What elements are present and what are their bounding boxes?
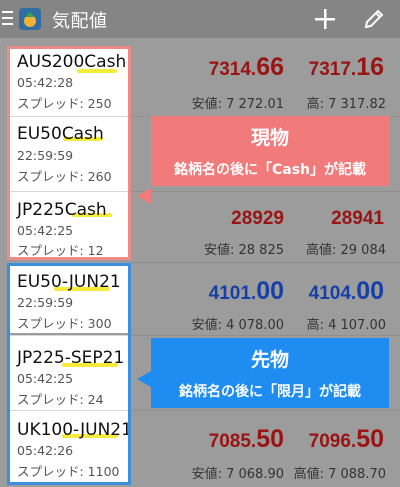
callout-pointer — [137, 371, 151, 387]
low-price: 安値: 28 825 — [204, 243, 284, 258]
ask-price: 4104.00 — [308, 277, 384, 305]
bid-price: 28929 — [231, 208, 284, 229]
plus-icon[interactable] — [314, 8, 336, 30]
ask-price: 7096.50 — [308, 425, 384, 453]
low-price: 安値: 4 078.00 — [191, 318, 284, 333]
high-price: 高値: 7 088.70 — [293, 467, 386, 482]
quotes-list: AUS200Cash 05:42:28 スプレッド: 250 EU50Cash … — [0, 38, 400, 487]
low-price: 安値: 7 068.90 — [191, 467, 284, 482]
futures-highlight-box — [7, 263, 131, 485]
low-price: 安値: 7 272.01 — [191, 97, 284, 112]
spot-callout: 現物 銘柄名の後に「Cash」が記載 — [151, 116, 389, 186]
high-price: 高値: 29 084 — [306, 243, 386, 258]
high-price: 高: 4 107.00 — [306, 318, 386, 333]
bid-price: 7314.66 — [208, 53, 284, 81]
callout-subtitle: 銘柄名の後に「限月」が記載 — [179, 384, 361, 400]
divider — [131, 335, 400, 336]
page-title: 気配値 — [52, 11, 108, 32]
bid-price: 4101.00 — [208, 277, 284, 305]
app-logo — [19, 8, 41, 30]
bid-price: 7085.50 — [208, 425, 284, 453]
toolbar: 気配値 — [0, 0, 400, 38]
ask-price: 7317.16 — [308, 53, 384, 81]
callout-pointer — [137, 188, 151, 204]
pencil-icon[interactable] — [363, 8, 385, 30]
futures-callout: 先物 銘柄名の後に「限月」が記載 — [151, 338, 389, 408]
hamburger-menu-icon[interactable] — [2, 11, 13, 25]
spot-highlight-box — [7, 46, 131, 260]
divider — [131, 191, 400, 192]
divider — [131, 262, 400, 263]
callout-title: 現物 — [250, 127, 289, 149]
ask-price: 28941 — [331, 208, 384, 229]
callout-title: 先物 — [250, 349, 289, 371]
callout-subtitle: 銘柄名の後に「Cash」が記載 — [173, 162, 367, 178]
divider — [131, 410, 400, 411]
high-price: 高: 7 317.82 — [306, 97, 386, 112]
